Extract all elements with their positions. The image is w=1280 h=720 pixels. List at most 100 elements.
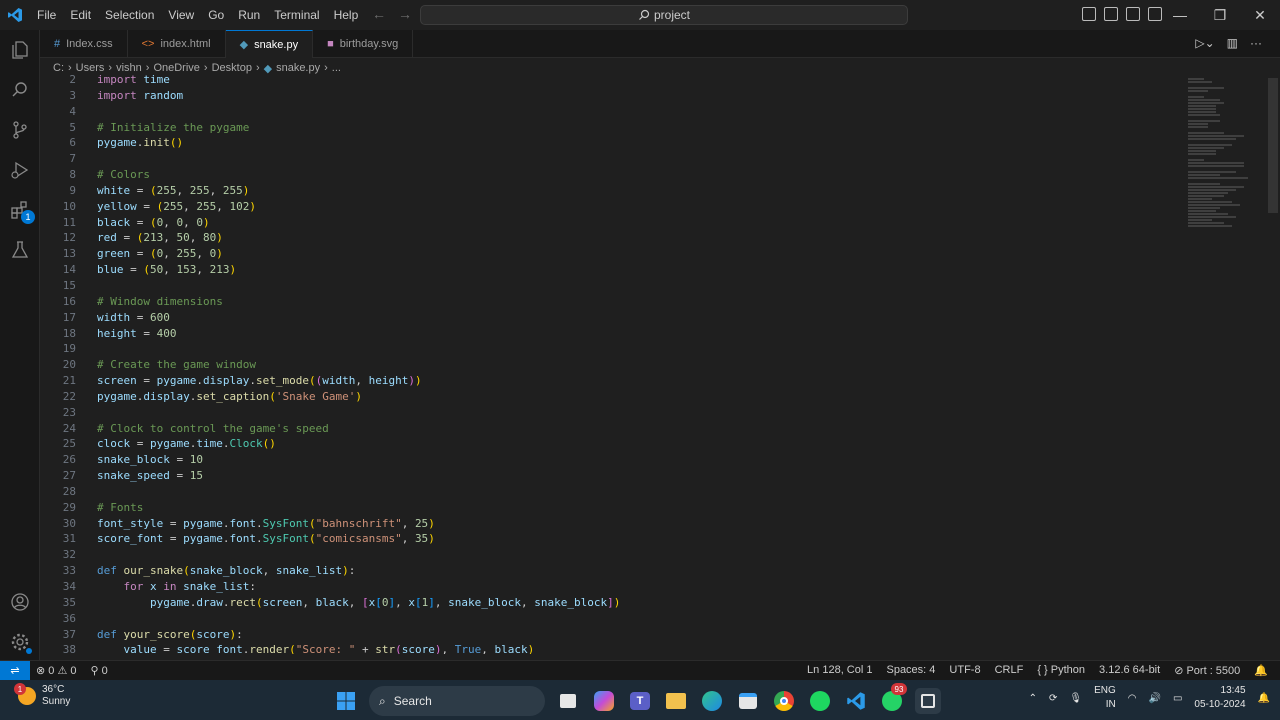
volume-icon[interactable]: 🔊 bbox=[1148, 693, 1160, 704]
battery-icon[interactable]: ▭ bbox=[1173, 693, 1182, 704]
code-line[interactable]: 29 # Fonts bbox=[40, 500, 1268, 516]
menu-go[interactable]: Go bbox=[201, 0, 231, 30]
run-debug-icon[interactable] bbox=[8, 158, 32, 182]
code-line[interactable]: 9 white = (255, 255, 255) bbox=[40, 183, 1268, 199]
extensions-icon[interactable]: 1 bbox=[8, 198, 35, 224]
indentation[interactable]: Spaces: 4 bbox=[886, 664, 935, 677]
toggle-secondary-sidebar-icon[interactable] bbox=[1126, 7, 1140, 21]
menu-help[interactable]: Help bbox=[327, 0, 366, 30]
split-editor-icon[interactable]: ▥ bbox=[1227, 36, 1238, 50]
task-view-icon[interactable] bbox=[555, 688, 581, 714]
tab-snake-py[interactable]: ◆ snake.py bbox=[225, 30, 314, 58]
manage-gear-icon[interactable] bbox=[8, 630, 32, 654]
minimap[interactable] bbox=[1188, 78, 1268, 660]
code-line[interactable]: 8 # Colors bbox=[40, 167, 1268, 183]
run-python-icon[interactable]: ▷⌄ bbox=[1195, 36, 1214, 50]
forward-arrow-icon[interactable]: → bbox=[398, 6, 412, 22]
ports-status[interactable]: ⚲ 0 bbox=[91, 664, 108, 677]
code-line[interactable]: 6 pygame.init() bbox=[40, 135, 1268, 151]
explorer-icon[interactable] bbox=[8, 38, 32, 62]
code-line[interactable]: 14 blue = (50, 153, 213) bbox=[40, 262, 1268, 278]
code-line[interactable]: 25 clock = pygame.time.Clock() bbox=[40, 436, 1268, 452]
whatsapp-icon[interactable]: 93 bbox=[879, 683, 907, 714]
code-line[interactable]: 24 # Clock to control the game's speed bbox=[40, 421, 1268, 437]
language-mode[interactable]: { } Python bbox=[1037, 664, 1085, 677]
live-server-port[interactable]: ⊘ Port : 5500 bbox=[1174, 664, 1240, 677]
menu-view[interactable]: View bbox=[161, 0, 201, 30]
editor-scrollbar[interactable] bbox=[1268, 78, 1278, 213]
menu-edit[interactable]: Edit bbox=[63, 0, 98, 30]
microphone-icon[interactable]: 🎙 bbox=[1069, 693, 1082, 704]
code-line[interactable]: 11 black = (0, 0, 0) bbox=[40, 215, 1268, 231]
taskbar-search[interactable]: ⌕ Search bbox=[369, 686, 545, 716]
menu-selection[interactable]: Selection bbox=[98, 0, 161, 30]
code-line[interactable]: 4 bbox=[40, 104, 1268, 120]
code-line[interactable]: 26 snake_block = 10 bbox=[40, 452, 1268, 468]
back-arrow-icon[interactable]: ← bbox=[372, 6, 386, 22]
code-line[interactable]: 17 width = 600 bbox=[40, 310, 1268, 326]
code-line[interactable]: 23 bbox=[40, 405, 1268, 421]
tab-index-css[interactable]: # Index.css bbox=[40, 30, 128, 58]
code-line[interactable]: 30 font_style = pygame.font.SysFont("bahn… bbox=[40, 516, 1268, 532]
search-view-icon[interactable] bbox=[8, 78, 32, 102]
code-editor[interactable]: 2 import time 3 import random 4 5 # Initialize… bbox=[40, 72, 1268, 654]
code-line[interactable]: 34 for x in snake_list: bbox=[40, 579, 1268, 595]
notification-center-icon[interactable]: 🔔 bbox=[1258, 693, 1270, 704]
testing-flask-icon[interactable] bbox=[8, 238, 32, 262]
tab-birthday-svg[interactable]: ■ birthday.svg bbox=[313, 30, 414, 58]
toggle-panel-icon[interactable] bbox=[1104, 7, 1118, 21]
menu-run[interactable]: Run bbox=[231, 0, 267, 30]
edge-icon[interactable] bbox=[699, 688, 725, 714]
snipping-tool-icon[interactable] bbox=[915, 688, 941, 714]
code-line[interactable]: 19 bbox=[40, 341, 1268, 357]
teams-icon[interactable]: T bbox=[627, 688, 653, 714]
account-icon[interactable] bbox=[8, 590, 32, 614]
code-line[interactable]: 28 bbox=[40, 484, 1268, 500]
code-line[interactable]: 15 bbox=[40, 278, 1268, 294]
input-language[interactable]: ENG IN bbox=[1094, 684, 1116, 712]
cursor-position[interactable]: Ln 128, Col 1 bbox=[807, 664, 872, 677]
python-interpreter[interactable]: 3.12.6 64-bit bbox=[1099, 664, 1160, 677]
notifications-bell-icon[interactable]: 🔔 bbox=[1254, 664, 1268, 677]
code-line[interactable]: 31 score_font = pygame.font.SysFont("comi… bbox=[40, 531, 1268, 547]
spotify-icon[interactable] bbox=[807, 688, 833, 714]
show-hidden-icons-chevron-icon[interactable]: ⌃ bbox=[1029, 693, 1037, 704]
close-button[interactable]: ✕ bbox=[1240, 0, 1280, 30]
code-line[interactable]: 13 green = (0, 255, 0) bbox=[40, 246, 1268, 262]
file-explorer-icon[interactable] bbox=[663, 688, 689, 714]
menu-terminal[interactable]: Terminal bbox=[267, 0, 326, 30]
code-line[interactable]: 27 snake_speed = 15 bbox=[40, 468, 1268, 484]
tab-index-html[interactable]: <> index.html bbox=[128, 30, 226, 58]
code-line[interactable]: 21 screen = pygame.display.set_mode((widt… bbox=[40, 373, 1268, 389]
code-line[interactable]: 3 import random bbox=[40, 88, 1268, 104]
clock[interactable]: 13:45 05-10-2024 bbox=[1194, 684, 1245, 712]
sync-icon[interactable]: ⟳ bbox=[1049, 693, 1057, 704]
code-line[interactable]: 35 pygame.draw.rect(screen, black, [x[0]… bbox=[40, 595, 1268, 611]
remote-indicator-icon[interactable]: ⇌ bbox=[0, 660, 30, 681]
code-line[interactable]: 7 bbox=[40, 151, 1268, 167]
code-line[interactable]: 37 def your_score(score): bbox=[40, 627, 1268, 643]
source-control-icon[interactable] bbox=[8, 118, 32, 142]
toggle-primary-sidebar-icon[interactable] bbox=[1082, 7, 1096, 21]
vscode-taskbar-icon[interactable] bbox=[843, 688, 869, 714]
code-line[interactable]: 5 # Initialize the pygame bbox=[40, 120, 1268, 136]
code-line[interactable]: 12 red = (213, 50, 80) bbox=[40, 230, 1268, 246]
code-line[interactable]: 2 import time bbox=[40, 72, 1268, 88]
end-of-line[interactable]: CRLF bbox=[995, 664, 1024, 677]
wifi-icon[interactable]: ◠ bbox=[1128, 693, 1137, 704]
windows-start-icon[interactable] bbox=[333, 688, 359, 714]
code-line[interactable]: 38 value = score_font.render("Score: " +… bbox=[40, 642, 1268, 654]
minimize-button[interactable]: — bbox=[1160, 0, 1200, 30]
maximize-button[interactable]: ❐ bbox=[1200, 0, 1240, 30]
code-line[interactable]: 36 bbox=[40, 611, 1268, 627]
copilot-icon[interactable] bbox=[591, 688, 617, 714]
code-line[interactable]: 32 bbox=[40, 547, 1268, 563]
command-center-search[interactable]: project bbox=[420, 5, 908, 25]
code-line[interactable]: 18 height = 400 bbox=[40, 326, 1268, 342]
encoding[interactable]: UTF-8 bbox=[949, 664, 980, 677]
menu-file[interactable]: File bbox=[30, 0, 63, 30]
microsoft-store-icon[interactable] bbox=[735, 688, 761, 714]
problems-status[interactable]: ⊗ 0 ⚠ 0 bbox=[36, 664, 77, 677]
more-actions-icon[interactable]: ··· bbox=[1250, 36, 1262, 50]
code-line[interactable]: 16 # Window dimensions bbox=[40, 294, 1268, 310]
